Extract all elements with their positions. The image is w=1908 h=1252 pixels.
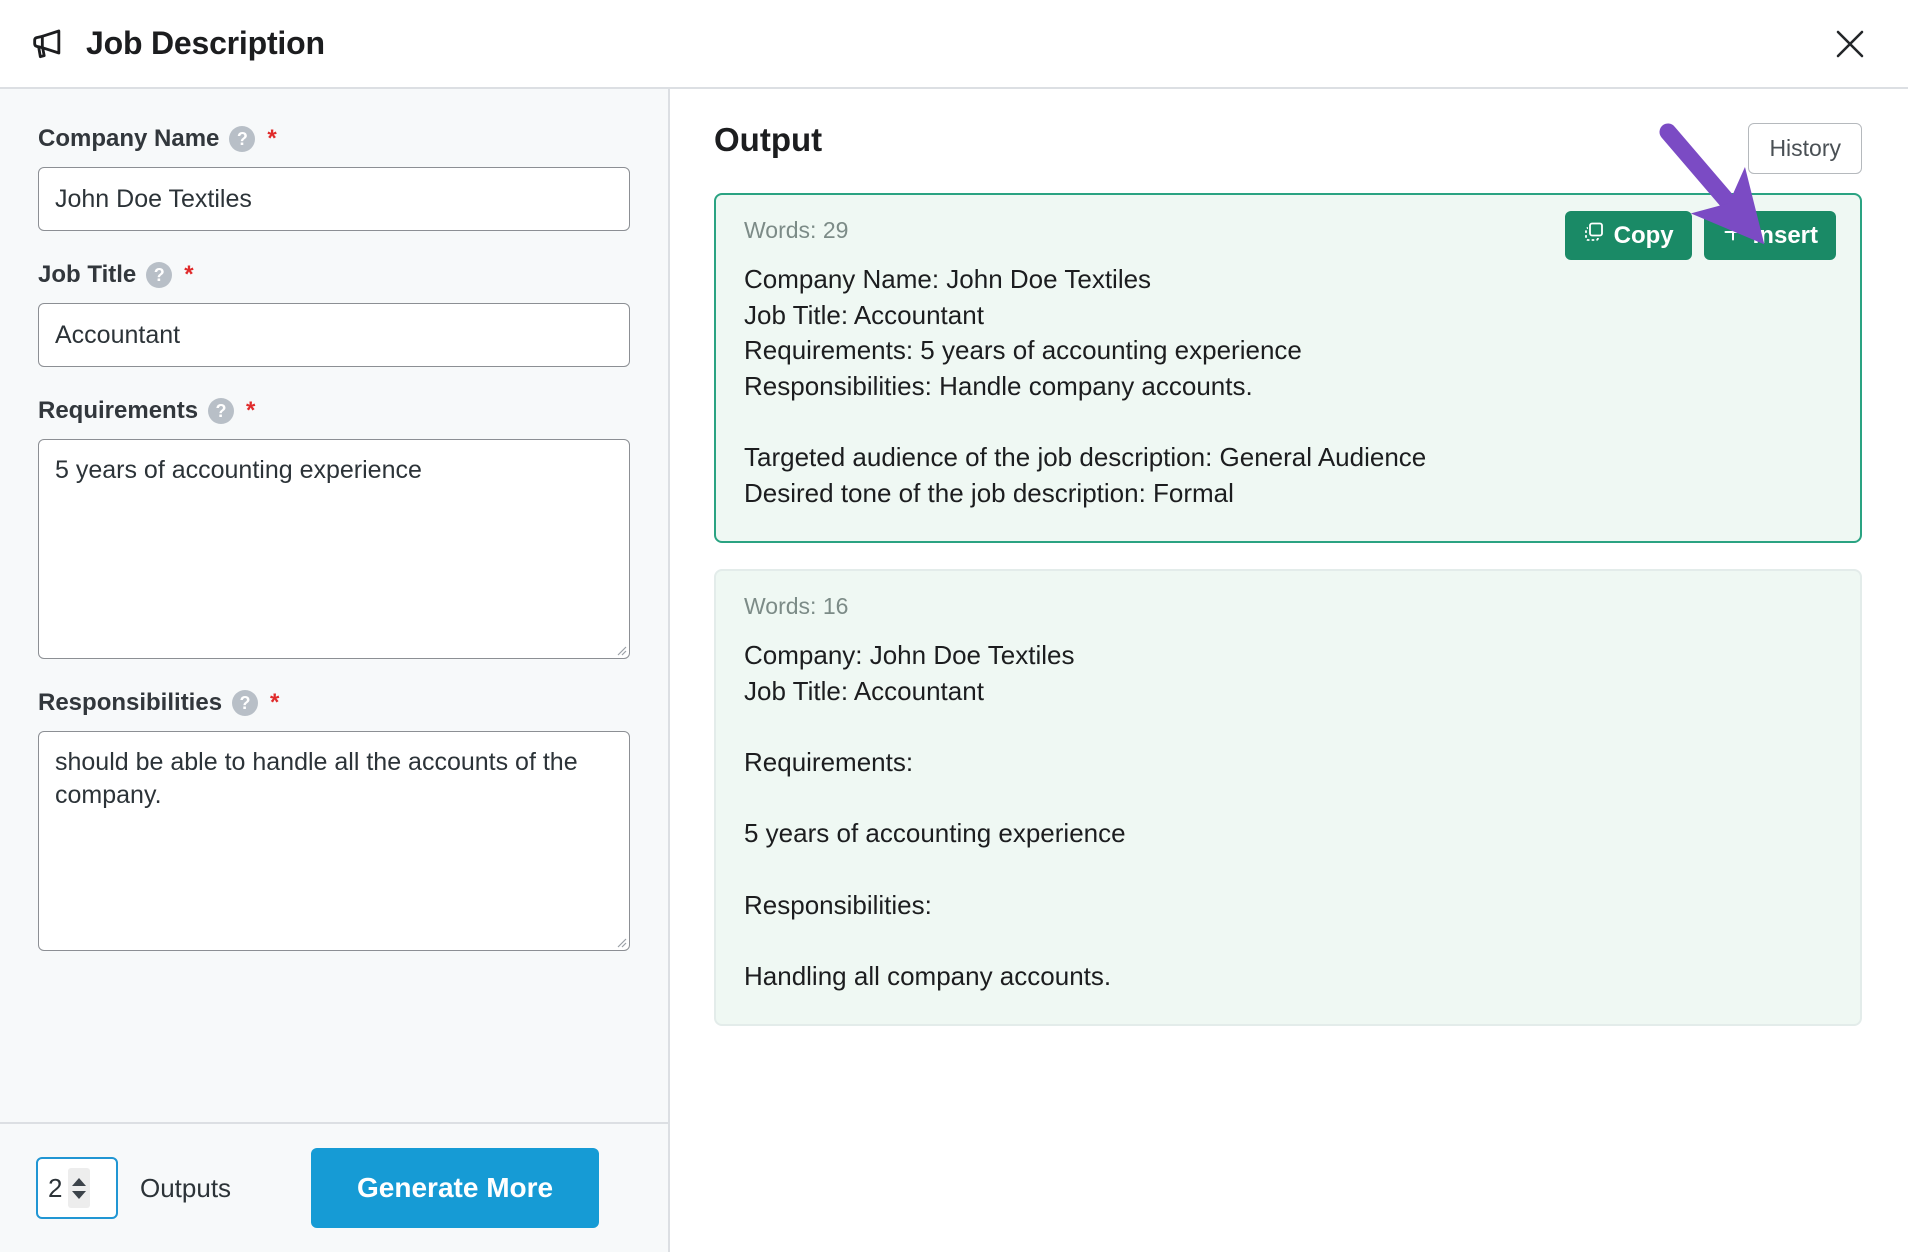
requirements-textarea-wrap: 5 years of accounting experience xyxy=(38,439,630,659)
generate-more-button[interactable]: Generate More xyxy=(311,1148,600,1228)
field-responsibilities: Responsibilities ? * should be able to h… xyxy=(38,689,630,951)
form-footer: 2 Outputs Generate More xyxy=(0,1122,668,1252)
output-panel: Output History Copy Insert Words: 29 Com… xyxy=(670,89,1908,1252)
field-job-title: Job Title ? * xyxy=(38,261,630,367)
spinner-up-icon[interactable] xyxy=(72,1177,87,1186)
modal-body: Company Name ? * Job Title ? * xyxy=(0,89,1908,1252)
job-description-modal: Job Description Company Name ? * John Do… xyxy=(0,0,1908,1252)
field-label-row: Responsibilities ? * xyxy=(38,689,628,717)
page-title: Job Description xyxy=(86,25,325,61)
plus-icon xyxy=(1722,221,1744,250)
required-marker: * xyxy=(246,397,256,424)
field-label: Job Title xyxy=(38,261,137,288)
form-panel: Company Name ? * Job Title ? * xyxy=(0,89,670,1252)
output-header: Output History xyxy=(714,115,1862,193)
help-circle-icon[interactable]: ? xyxy=(208,398,235,424)
history-button[interactable]: History xyxy=(1748,123,1862,174)
responsibilities-textarea[interactable]: should be able to handle all the account… xyxy=(38,731,630,951)
company-name-input[interactable] xyxy=(38,167,630,231)
copy-button[interactable]: Copy xyxy=(1564,211,1692,260)
header-left-group: Job Description xyxy=(28,24,325,64)
responsibilities-textarea-wrap: should be able to handle all the account… xyxy=(38,731,630,951)
insert-button[interactable]: Insert xyxy=(1703,211,1836,260)
required-marker: * xyxy=(184,261,194,288)
field-requirements: Requirements ? * 5 years of accounting e… xyxy=(38,397,630,659)
outputs-count-value: 2 xyxy=(48,1172,63,1203)
field-label-row: Company Name ? * xyxy=(38,125,628,153)
insert-button-label: Insert xyxy=(1752,221,1818,249)
output-text: Company Name: John Doe Textiles Job Titl… xyxy=(744,264,1427,508)
field-label: Responsibilities xyxy=(38,689,223,716)
help-circle-icon[interactable]: ? xyxy=(146,262,173,288)
field-label: Company Name xyxy=(38,125,220,152)
copy-icon xyxy=(1583,221,1605,250)
field-company-name: Company Name ? * xyxy=(38,125,630,231)
megaphone-icon xyxy=(28,24,68,64)
required-marker: * xyxy=(267,125,277,152)
field-label-row: Requirements ? * xyxy=(38,397,628,425)
outputs-number-stepper[interactable]: 2 xyxy=(36,1157,118,1219)
card-actions: Copy Insert xyxy=(1564,211,1836,260)
field-label: Requirements xyxy=(38,397,199,424)
spinner-down-icon[interactable] xyxy=(72,1190,87,1199)
output-text: Company: John Doe Textiles Job Title: Ac… xyxy=(744,640,1126,991)
required-marker: * xyxy=(270,689,280,716)
help-circle-icon[interactable]: ? xyxy=(229,126,256,152)
output-card: Copy Insert Words: 29 Company Name: John… xyxy=(714,193,1862,544)
word-count-badge: Words: 16 xyxy=(744,593,849,620)
output-card: Words: 16 Company: John Doe Textiles Job… xyxy=(714,569,1862,1027)
copy-button-label: Copy xyxy=(1613,221,1674,249)
job-title-input[interactable] xyxy=(38,303,630,367)
requirements-textarea[interactable]: 5 years of accounting experience xyxy=(38,439,630,659)
field-label-row: Job Title ? * xyxy=(38,261,628,289)
modal-header: Job Description xyxy=(0,0,1908,89)
form-fields: Company Name ? * Job Title ? * xyxy=(0,89,668,951)
output-title: Output xyxy=(714,121,823,158)
close-icon[interactable] xyxy=(1816,10,1884,78)
stepper-spinner[interactable] xyxy=(68,1168,91,1208)
help-circle-icon[interactable]: ? xyxy=(232,690,259,716)
outputs-label: Outputs xyxy=(140,1172,232,1203)
